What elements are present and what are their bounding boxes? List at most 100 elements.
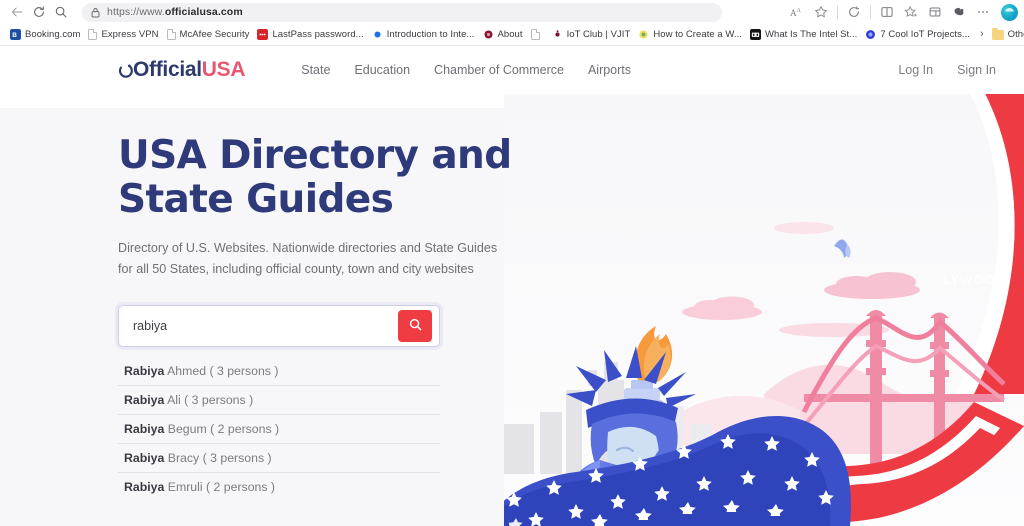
- main-nav: State Education Chamber of Commerce Airp…: [301, 63, 631, 77]
- bookmarks-bar: B Booking.com Express VPN McAfee Securit…: [0, 24, 1024, 46]
- site-logo[interactable]: Official USA: [118, 58, 246, 82]
- suggestion-rest: Emruli ( 2 persons ): [164, 479, 276, 494]
- page-title: USA Directory and State Guides: [118, 134, 560, 221]
- bookmark-item[interactable]: Introduction to Inte...: [370, 29, 481, 40]
- folder-icon: [991, 27, 1004, 40]
- logo-o-icon: [118, 60, 133, 78]
- hero-illustration: LYWOOD: [504, 94, 1024, 526]
- document-favicon: [530, 29, 540, 40]
- bookmark-label: Express VPN: [101, 29, 159, 40]
- settings-more-icon[interactable]: [972, 2, 994, 22]
- add-favorite-icon[interactable]: [900, 2, 922, 22]
- hero-title-line-1: USA Directory and: [118, 133, 512, 178]
- booking-favicon: B: [10, 29, 21, 40]
- sign-in-link[interactable]: Sign In: [957, 63, 996, 77]
- browser-essentials-icon[interactable]: [948, 2, 970, 22]
- statue-of-liberty-golden-gate-flag-illustration: [504, 94, 1024, 526]
- video-favicon: [750, 29, 761, 40]
- bookmark-label: What Is The Intel St...: [765, 29, 858, 40]
- bookmark-label: About: [497, 29, 523, 40]
- bookmark-item[interactable]: B Booking.com: [8, 29, 86, 40]
- other-favorites-label: Other favorites: [1007, 29, 1024, 40]
- hero-title-line-2: State Guides: [118, 176, 394, 222]
- split-screen-icon[interactable]: [876, 2, 898, 22]
- suggestion-rest: Begum ( 2 persons ): [164, 421, 280, 436]
- nav-item-state[interactable]: State: [301, 63, 330, 77]
- bookmark-item[interactable]: [529, 29, 550, 40]
- hero-subtitle-line-2: for all 50 States, including official co…: [118, 262, 474, 277]
- suggestion-rest: Bracy ( 3 persons ): [164, 450, 272, 465]
- browser-toolbar: https://www.officialusa.com AA: [0, 0, 1024, 24]
- nav-item-education[interactable]: Education: [354, 63, 410, 77]
- bookmark-item[interactable]: IoT Club | VJIT: [550, 29, 637, 40]
- chevron-right-icon[interactable]: ›: [980, 29, 984, 40]
- back-arrow-icon[interactable]: [6, 2, 28, 22]
- document-favicon: [88, 29, 98, 40]
- suggestion-rest: Ahmed ( 3 persons ): [164, 363, 279, 378]
- refresh-icon[interactable]: [28, 2, 50, 22]
- collections-icon[interactable]: [924, 2, 946, 22]
- search-button[interactable]: [398, 309, 432, 342]
- logo-text-official: Official: [133, 58, 202, 81]
- toolbar-divider-2: [870, 5, 871, 19]
- bookmark-label: IoT Club | VJIT: [566, 29, 631, 40]
- site-header: Official USA State Education Chamber of C…: [0, 46, 1024, 94]
- log-in-link[interactable]: Log In: [898, 63, 933, 77]
- toolbar-right-group: AA: [786, 2, 1018, 22]
- list-item[interactable]: Rabiya Ali ( 3 persons ): [118, 386, 440, 415]
- suggestion-highlight: Rabiya: [124, 450, 165, 465]
- address-bar-url: https://www.officialusa.com: [107, 6, 243, 18]
- hero-section: LYWOOD USA Directory and State Guides Di…: [0, 94, 1024, 526]
- document-favicon: [166, 29, 176, 40]
- search-box[interactable]: [118, 304, 440, 347]
- list-item[interactable]: Rabiya Ahmed ( 3 persons ): [118, 357, 440, 386]
- bookmark-item[interactable]: Express VPN: [86, 29, 164, 40]
- nav-item-airports[interactable]: Airports: [588, 63, 631, 77]
- toolbar-search-icon[interactable]: [50, 2, 72, 22]
- bookmark-label: How to Create a W...: [653, 29, 742, 40]
- bookmark-item[interactable]: 7 Cool IoT Projects...: [863, 29, 976, 40]
- search-icon: [408, 317, 423, 335]
- suggestion-rest: Ali ( 3 persons ): [164, 392, 254, 407]
- list-item[interactable]: Rabiya Begum ( 2 persons ): [118, 415, 440, 444]
- bookmarks-overflow-group: › Other favorites: [976, 27, 1024, 40]
- search-input[interactable]: [119, 318, 398, 333]
- blue-dot-favicon: [374, 31, 381, 38]
- list-item[interactable]: Rabiya Emruli ( 2 persons ): [118, 473, 440, 501]
- hero-content: USA Directory and State Guides Directory…: [0, 94, 560, 501]
- bookmark-label: Booking.com: [25, 29, 81, 40]
- favorites-star-icon[interactable]: [810, 2, 832, 22]
- suggestion-highlight: Rabiya: [124, 479, 165, 494]
- bookmark-label: Introduction to Inte...: [386, 29, 475, 40]
- search-area: Rabiya Ahmed ( 3 persons ) Rabiya Ali ( …: [118, 304, 440, 501]
- svg-text:B: B: [12, 32, 17, 39]
- profile-avatar-icon[interactable]: [1001, 3, 1018, 21]
- auth-links: Log In Sign In: [898, 63, 996, 77]
- suggestion-highlight: Rabiya: [124, 392, 165, 407]
- bookmark-label: 7 Cool IoT Projects...: [880, 29, 970, 40]
- bookmark-item[interactable]: What Is The Intel St...: [748, 29, 863, 40]
- address-bar[interactable]: https://www.officialusa.com: [82, 2, 722, 22]
- history-icon[interactable]: [843, 2, 865, 22]
- bookmark-item[interactable]: McAfee Security: [165, 29, 256, 40]
- browser-window: https://www.officialusa.com AA B Booking…: [0, 0, 1024, 526]
- maroon-dot-favicon: [483, 30, 493, 39]
- bookmark-item[interactable]: How to Create a W...: [636, 29, 748, 40]
- lastpass-favicon: [257, 29, 269, 40]
- lock-icon: [91, 7, 100, 18]
- read-aloud-icon[interactable]: AA: [786, 2, 808, 22]
- other-favorites-folder[interactable]: Other favorites: [990, 27, 1024, 40]
- iot-club-favicon: [554, 30, 560, 37]
- bookmark-label: McAfee Security: [179, 29, 250, 40]
- bookmark-label: LastPass password...: [272, 29, 364, 40]
- blue-circle-favicon: [866, 30, 876, 39]
- list-item[interactable]: Rabiya Bracy ( 3 persons ): [118, 444, 440, 473]
- toolbar-divider: [837, 5, 838, 19]
- bookmark-item[interactable]: About: [481, 29, 529, 40]
- yellow-dot-favicon: [639, 30, 648, 39]
- nav-item-chamber-of-commerce[interactable]: Chamber of Commerce: [434, 63, 564, 77]
- svg-text:A: A: [796, 8, 801, 14]
- suggestion-highlight: Rabiya: [124, 363, 165, 378]
- hero-subtitle: Directory of U.S. Websites. Nationwide d…: [118, 238, 498, 280]
- bookmark-item[interactable]: LastPass password...: [255, 29, 369, 40]
